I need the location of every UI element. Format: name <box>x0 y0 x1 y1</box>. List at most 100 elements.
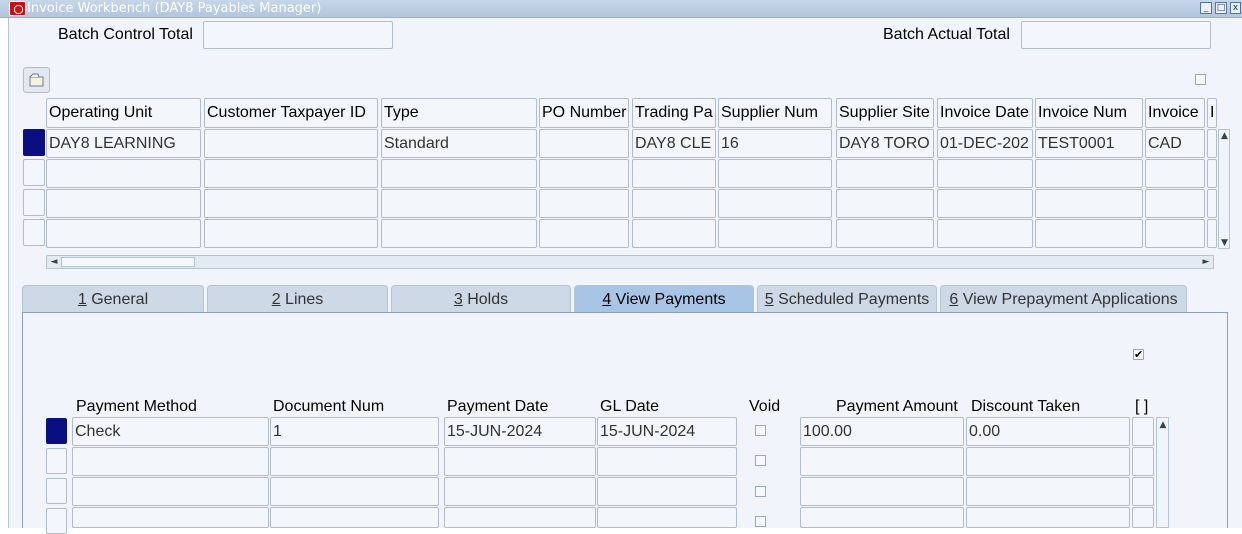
invoice-cell[interactable]: DAY8 CLE <box>632 129 716 158</box>
invoice-cell[interactable] <box>204 159 378 188</box>
scroll-up-icon[interactable]: ▲ <box>1158 420 1168 430</box>
invoice-cell[interactable] <box>539 189 629 218</box>
payment-cell[interactable] <box>966 507 1130 528</box>
invoice-cell[interactable]: 01-DEC-202 <box>937 129 1033 158</box>
payment-cell[interactable] <box>966 447 1130 476</box>
payment-cell[interactable] <box>444 507 596 528</box>
invoice-cell[interactable] <box>1035 219 1143 248</box>
invoice-cell[interactable] <box>632 219 716 248</box>
payment-cell[interactable] <box>800 507 964 528</box>
payment-cell[interactable] <box>800 477 964 506</box>
invoice-cell[interactable] <box>1145 189 1205 218</box>
scroll-left-icon[interactable]: ◄ <box>49 257 59 267</box>
payment-flex-cell[interactable] <box>1132 507 1154 528</box>
invoice-col-header[interactable]: Invoice Date <box>937 98 1033 128</box>
invoice-col-header[interactable]: Type <box>381 98 537 128</box>
invoice-cell[interactable] <box>718 219 832 248</box>
tab-view-prepayment-applications[interactable]: 6 View Prepayment Applications <box>940 285 1187 313</box>
payment-cell[interactable] <box>444 447 596 476</box>
void-checkbox[interactable] <box>755 486 766 497</box>
void-checkbox[interactable] <box>755 425 766 436</box>
invoice-col-header[interactable]: Invoice Num <box>1035 98 1143 128</box>
invoice-cell[interactable] <box>46 159 201 188</box>
invoice-cell[interactable]: DAY8 LEARNING <box>46 129 201 158</box>
tab-view-payments[interactable]: 4 View Payments <box>574 285 754 313</box>
payment-row-indicator[interactable] <box>46 508 67 534</box>
invoice-cell[interactable] <box>937 189 1033 218</box>
payment-cell[interactable] <box>270 477 439 506</box>
invoice-horizontal-scrollbar[interactable]: ◄ ► <box>46 255 1214 269</box>
invoice-cell[interactable] <box>381 189 537 218</box>
row-indicator-current[interactable] <box>23 129 45 156</box>
invoice-cell[interactable] <box>1145 219 1205 248</box>
payment-cell[interactable] <box>270 447 439 476</box>
payment-cell[interactable] <box>597 447 737 476</box>
invoice-cell[interactable] <box>632 189 716 218</box>
payments-vertical-scrollbar[interactable]: ▲ <box>1156 417 1169 528</box>
row-indicator[interactable] <box>23 159 45 186</box>
invoice-cell[interactable] <box>937 159 1033 188</box>
invoice-cell[interactable] <box>1035 189 1143 218</box>
void-checkbox[interactable] <box>755 455 766 466</box>
maximize-button[interactable]: □ <box>1215 2 1227 14</box>
batch-control-total-field[interactable] <box>203 21 393 49</box>
invoice-cell[interactable]: CAD <box>1145 129 1205 158</box>
scroll-down-icon[interactable]: ▼ <box>1220 238 1229 248</box>
close-button[interactable]: x <box>1230 2 1241 14</box>
invoice-cell[interactable] <box>1145 159 1205 188</box>
payment-row-indicator[interactable] <box>46 448 67 474</box>
payment-cell[interactable] <box>72 447 269 476</box>
invoice-col-header[interactable]: I <box>1207 98 1217 128</box>
payment-flex-cell[interactable] <box>1132 417 1154 446</box>
invoice-cell[interactable] <box>718 159 832 188</box>
invoice-cell[interactable] <box>718 189 832 218</box>
invoice-cell[interactable] <box>836 189 934 218</box>
invoice-cell[interactable] <box>204 219 378 248</box>
scroll-right-icon[interactable]: ► <box>1201 257 1211 267</box>
payment-flex-cell[interactable] <box>1132 477 1154 506</box>
invoice-cell[interactable] <box>381 219 537 248</box>
invoice-col-header[interactable]: Supplier Num <box>718 98 832 128</box>
invoice-cell[interactable] <box>204 189 378 218</box>
payment-cell[interactable] <box>444 477 596 506</box>
invoice-cell[interactable]: 16 <box>718 129 832 158</box>
invoice-cell[interactable]: TEST0001 <box>1035 129 1143 158</box>
row-indicator[interactable] <box>23 219 45 246</box>
payment-cell[interactable]: Check <box>72 417 269 446</box>
tab-holds[interactable]: 3 Holds <box>391 285 571 313</box>
payment-cell[interactable]: 0.00 <box>966 417 1130 446</box>
invoice-cell[interactable] <box>1207 129 1217 158</box>
batch-actual-total-field[interactable] <box>1021 21 1211 49</box>
payment-cell[interactable] <box>597 507 737 528</box>
invoice-col-header[interactable]: Supplier Site <box>836 98 934 128</box>
invoice-cell[interactable] <box>46 219 201 248</box>
payment-cell[interactable] <box>800 447 964 476</box>
payment-cell[interactable] <box>72 507 269 528</box>
invoice-cell[interactable] <box>1035 159 1143 188</box>
invoice-col-header[interactable]: PO Number <box>539 98 629 128</box>
invoice-cell[interactable] <box>1207 219 1217 248</box>
invoice-cell[interactable] <box>539 159 629 188</box>
folder-select-checkbox[interactable] <box>1195 74 1206 85</box>
panel-checkbox-checked[interactable]: ✔ <box>1133 349 1144 360</box>
payment-cell[interactable]: 15-JUN-2024 <box>597 417 737 446</box>
scroll-thumb[interactable] <box>61 257 195 267</box>
invoice-cell[interactable] <box>204 129 378 158</box>
invoice-cell[interactable] <box>46 189 201 218</box>
invoice-cell[interactable] <box>1207 159 1217 188</box>
tab-lines[interactable]: 2 Lines <box>207 285 388 313</box>
invoice-cell[interactable] <box>836 219 934 248</box>
tab-scheduled-payments[interactable]: 5 Scheduled Payments <box>757 285 937 313</box>
scroll-up-icon[interactable]: ▲ <box>1220 131 1229 141</box>
tab-general[interactable]: 1 General <box>22 285 204 313</box>
payment-cell[interactable] <box>597 477 737 506</box>
payment-cell[interactable] <box>72 477 269 506</box>
invoice-cell[interactable] <box>539 219 629 248</box>
invoice-cell[interactable] <box>539 129 629 158</box>
invoice-col-header[interactable]: Invoice <box>1145 98 1205 128</box>
void-checkbox[interactable] <box>755 516 766 527</box>
invoice-cell[interactable] <box>381 159 537 188</box>
payment-cell[interactable]: 1 <box>270 417 439 446</box>
invoice-cell[interactable] <box>937 219 1033 248</box>
payment-row-indicator-current[interactable] <box>46 418 67 444</box>
